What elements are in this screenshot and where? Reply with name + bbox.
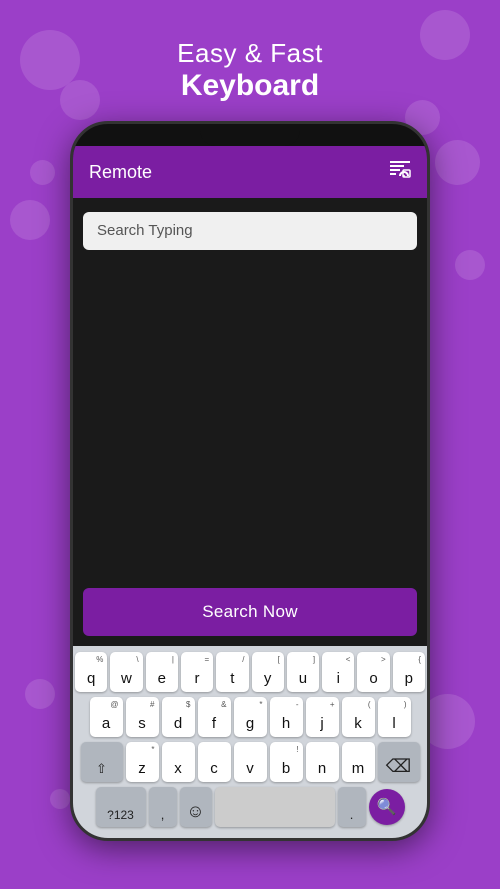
key-v[interactable]: v [234, 742, 267, 782]
key-emoji[interactable]: ☺ [180, 787, 212, 827]
key-k[interactable]: (k [342, 697, 375, 737]
key-m[interactable]: m [342, 742, 375, 782]
key-a[interactable]: @a [90, 697, 123, 737]
header: Easy & Fast Keyboard [177, 38, 323, 103]
search-input-text: Search Typing [97, 222, 193, 239]
keyboard-row-1: %q \w |e =r /t [y ]u <i >o {p [75, 652, 425, 692]
key-g[interactable]: *g [234, 697, 267, 737]
key-i[interactable]: <i [322, 652, 354, 692]
content-area [83, 258, 417, 584]
keyboard: %q \w |e =r /t [y ]u <i >o {p @a #s $d &… [73, 646, 427, 838]
key-comma[interactable]: , [149, 787, 177, 827]
key-e[interactable]: |e [146, 652, 178, 692]
cast-icon[interactable] [389, 160, 411, 184]
search-input-field[interactable]: Search Typing [83, 212, 417, 250]
key-j[interactable]: +j [306, 697, 339, 737]
key-h[interactable]: -h [270, 697, 303, 737]
key-symbols[interactable]: ?123 [96, 787, 146, 827]
key-o[interactable]: >o [357, 652, 389, 692]
key-f[interactable]: &f [198, 697, 231, 737]
key-z[interactable]: *z [126, 742, 159, 782]
key-c[interactable]: c [198, 742, 231, 782]
phone-mockup: Remote Search Typing Search Now %q \w |e… [70, 121, 430, 841]
keyboard-row-2: @a #s $d &f *g -h +j (k )l [75, 697, 425, 737]
key-backspace[interactable]: ⌫ [378, 742, 420, 782]
key-d[interactable]: $d [162, 697, 195, 737]
keyboard-row-3: ⇧ *z x c v !b n m ⌫ [75, 742, 425, 782]
key-r[interactable]: =r [181, 652, 213, 692]
key-shift[interactable]: ⇧ [81, 742, 123, 782]
phone-notch [200, 124, 300, 146]
key-x[interactable]: x [162, 742, 195, 782]
header-line2: Keyboard [177, 69, 323, 103]
keyboard-row-bottom: ?123 , ☺ . 🔍 [75, 787, 425, 827]
key-w[interactable]: \w [110, 652, 142, 692]
app-content: Search Typing Search Now [73, 198, 427, 646]
key-b[interactable]: !b [270, 742, 303, 782]
key-y[interactable]: [y [252, 652, 284, 692]
key-s[interactable]: #s [126, 697, 159, 737]
search-now-button[interactable]: Search Now [83, 588, 417, 636]
key-space[interactable] [215, 787, 335, 827]
key-p[interactable]: {p [393, 652, 425, 692]
key-search[interactable]: 🔍 [369, 789, 405, 825]
key-l[interactable]: )l [378, 697, 411, 737]
key-t[interactable]: /t [216, 652, 248, 692]
app-bar: Remote [73, 146, 427, 198]
app-title: Remote [89, 162, 152, 183]
header-line1: Easy & Fast [177, 38, 323, 69]
key-period[interactable]: . [338, 787, 366, 827]
key-n[interactable]: n [306, 742, 339, 782]
key-u[interactable]: ]u [287, 652, 319, 692]
key-q[interactable]: %q [75, 652, 107, 692]
